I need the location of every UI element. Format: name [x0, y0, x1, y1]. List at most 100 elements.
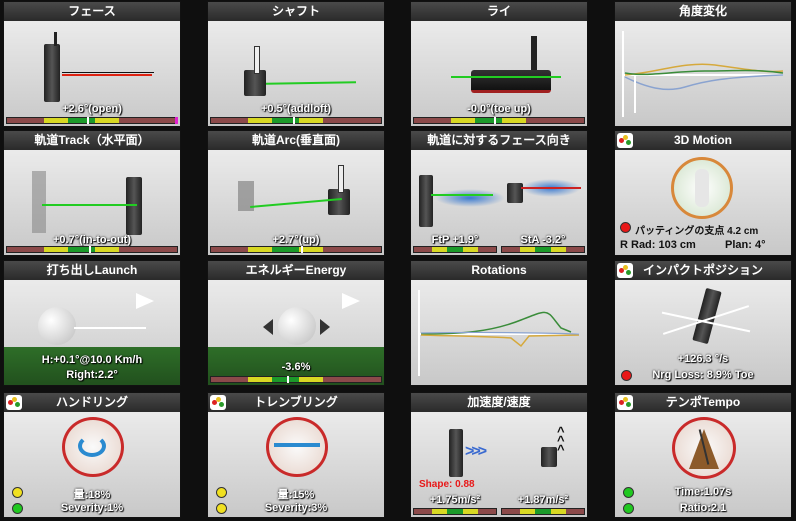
- trembling-severity: Severity:3%: [264, 502, 328, 514]
- tile-title: 軌道に対するフェース向き: [411, 131, 587, 150]
- tile-title: ライ: [411, 2, 587, 21]
- tile-lie[interactable]: ライ -0.0°(toe up): [410, 1, 588, 127]
- tile-title: フェース: [4, 2, 180, 21]
- app-icon: [617, 263, 633, 278]
- track-gauge: [6, 246, 178, 253]
- tile-energy[interactable]: エネルギーEnergy -3.6%: [207, 260, 385, 386]
- tempo-ratio: Ratio:2.1: [679, 502, 727, 514]
- ftp-line: [431, 194, 493, 196]
- arrow-right-icon: [342, 293, 360, 309]
- track-value: +0.7°(in-to-out): [52, 234, 132, 246]
- impact-value: +126.3 °/s: [677, 353, 729, 365]
- tile-title: エネルギーEnergy: [208, 261, 384, 280]
- shaft-icon: [254, 46, 260, 74]
- golfer-body: [695, 169, 709, 207]
- lie-line: [451, 76, 561, 78]
- app-icon: [617, 133, 633, 148]
- arc-gauge: [210, 246, 382, 253]
- chevron-right-icon: >>>: [465, 443, 487, 460]
- accel-left: +1.75m/s²: [429, 494, 481, 506]
- ball-icon: [38, 307, 76, 345]
- face-gauge: [6, 117, 178, 124]
- accel-gauge-left: [413, 508, 497, 515]
- tile-shaft[interactable]: シャフト +0.5°(addloft): [207, 1, 385, 127]
- launch-line: [74, 327, 146, 329]
- tile-track[interactable]: 軌道Track（水平面） +0.7°(in-to-out): [3, 130, 181, 256]
- app-icon: [617, 395, 633, 410]
- arc-value: +2.7°(up): [272, 234, 320, 246]
- tile-title: Rotations: [411, 261, 587, 280]
- putter-head-icon: [471, 70, 551, 93]
- sta-line: [521, 187, 581, 189]
- tile-tempo[interactable]: テンポTempo Time:1.07s Ratio:2.1: [614, 392, 792, 518]
- launch-line1: H:+0.1°@10.0 Km/h: [41, 354, 143, 366]
- fulcrum-indicator: [620, 222, 631, 233]
- ghost-club-icon: [32, 171, 46, 233]
- chevron-left-icon: [263, 319, 273, 335]
- tile-trembling[interactable]: トレンブリング 量:15% Severity:3%: [207, 392, 385, 518]
- face-line: [62, 74, 152, 76]
- plan-value: Plan: 4°: [725, 239, 766, 251]
- shape-label: Shape: 0.88: [419, 479, 475, 490]
- tile-title: 3D Motion: [615, 131, 791, 150]
- tile-title: 加速度/速度: [411, 393, 587, 412]
- tile-accel[interactable]: 加速度/速度 >>> ^ ^ ^ Shape: 0.88 +1.75m/s² +1.…: [410, 392, 588, 518]
- shaft-icon: [531, 36, 537, 70]
- shaft-icon: [54, 32, 57, 46]
- putter-head-icon: [541, 447, 557, 467]
- energy-gauge: [210, 376, 382, 383]
- lie-value: -0.0°(toe up): [467, 103, 531, 115]
- ball-icon: [278, 307, 316, 345]
- rotation-arrow-icon: [78, 435, 106, 457]
- tile-title: 軌道Arc(垂直面): [208, 131, 384, 150]
- putter-head-icon: [44, 44, 60, 102]
- tile-launch[interactable]: 打ち出しLaunch H:+0.1°@10.0 Km/h Right:2.2°: [3, 260, 181, 386]
- tile-title: ハンドリング: [4, 393, 180, 412]
- tile-face-to-path[interactable]: 軌道に対するフェース向き FtP +1.9° StA -3.2°: [410, 130, 588, 256]
- fulcrum-text: パッティングの支点 4.2 cm: [635, 226, 759, 237]
- track-line: [42, 204, 137, 206]
- energy-value: -3.6%: [281, 361, 311, 373]
- chevron-up-icon: ^ ^ ^: [557, 424, 565, 457]
- shaft-icon: [338, 165, 344, 193]
- handling-severity: Severity:1%: [60, 502, 124, 514]
- angle-change-graph: [622, 31, 784, 117]
- chevron-right-icon: [320, 319, 330, 335]
- tile-handling[interactable]: ハンドリング 量:18% Severity:1%: [3, 392, 181, 518]
- tile-impact[interactable]: インパクトポジション +126.3 °/s Nrg Loss: 8.9% Toe: [614, 260, 792, 386]
- tile-title: トレンブリング: [208, 393, 384, 412]
- target-line: [62, 72, 154, 73]
- handling-amount: 量:18%: [73, 489, 111, 501]
- sta-gauge: [501, 246, 585, 253]
- tile-arc[interactable]: 軌道Arc(垂直面) +2.7°(up): [207, 130, 385, 256]
- nrg-loss-value: Nrg Loss: 8.9% Toe: [652, 369, 754, 381]
- shake-arrows-icon: [274, 443, 320, 447]
- shaft-gauge: [210, 117, 382, 124]
- shaft-value: +0.5°(addloft): [260, 103, 332, 115]
- shaft-line: [265, 81, 357, 85]
- app-icon: [210, 395, 226, 410]
- tile-title: テンポTempo: [615, 393, 791, 412]
- ftp-gauge: [413, 246, 497, 253]
- tile-title: 角度変化: [615, 2, 791, 21]
- tile-angle-change[interactable]: 角度変化: [614, 1, 792, 127]
- tile-title: インパクトポジション: [615, 261, 791, 280]
- tile-face[interactable]: フェース +2.6°(open): [3, 1, 181, 127]
- putter-head-icon: [419, 175, 433, 227]
- tile-title: 軌道Track（水平面）: [4, 131, 180, 150]
- face-value: +2.6°(open): [62, 103, 122, 115]
- tile-rotations[interactable]: Rotations: [410, 260, 588, 386]
- putter-head-icon: [126, 177, 142, 235]
- ftp-value: FtP +1.9°: [431, 234, 479, 246]
- tile-title: 打ち出しLaunch: [4, 261, 180, 280]
- trembling-amount: 量:15%: [277, 489, 315, 501]
- ftp-wave: [435, 189, 505, 207]
- rrad-value: R Rad: 103 cm: [620, 239, 696, 251]
- app-icon: [6, 395, 22, 410]
- rotations-graph: [418, 290, 580, 376]
- accel-right: +1.87m/s²: [517, 494, 569, 506]
- lie-gauge: [413, 117, 585, 124]
- tile-3d-motion[interactable]: 3D Motion パッティングの支点 4.2 cm R Rad: 103 cm…: [614, 130, 792, 256]
- hands-icon: [266, 417, 328, 477]
- sta-value: StA -3.2°: [520, 234, 566, 246]
